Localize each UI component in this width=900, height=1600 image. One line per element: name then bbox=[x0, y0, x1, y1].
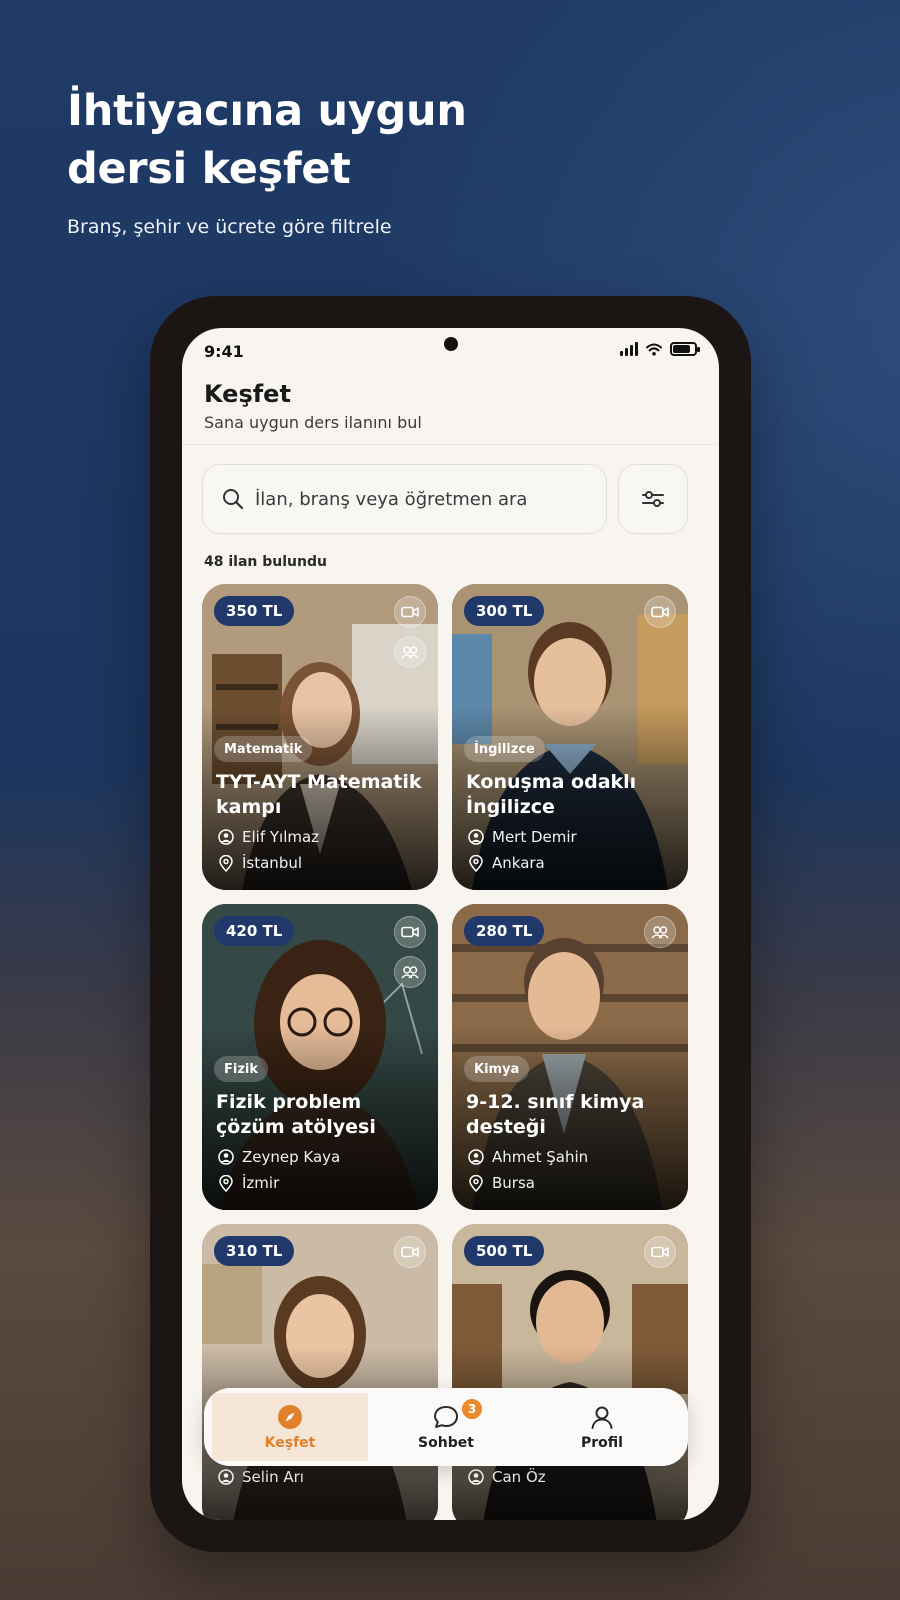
user-circle-icon bbox=[468, 1469, 484, 1485]
teacher-name: Ahmet Şahin bbox=[492, 1148, 589, 1166]
phone-frame: 9:41 Keşfet Sana uygun ders ilanını bul … bbox=[150, 296, 751, 1552]
header-divider bbox=[182, 444, 719, 445]
listing-title: TYT-AYT Matematik kampı bbox=[216, 771, 422, 818]
city-name: Bursa bbox=[492, 1174, 535, 1192]
listing-card[interactable]: 420 TL Fizik Fizik problem çözüm atölyes… bbox=[202, 904, 438, 1210]
sliders-icon bbox=[642, 491, 664, 507]
search-icon bbox=[223, 489, 244, 510]
teacher-row: Elif Yılmaz bbox=[218, 828, 319, 846]
nav-label-sohbet: Sohbet bbox=[418, 1435, 474, 1451]
city-name: Ankara bbox=[492, 854, 545, 872]
signal-icon bbox=[620, 342, 638, 356]
price-badge: 280 TL bbox=[464, 916, 545, 946]
city-row: Ankara bbox=[468, 854, 545, 872]
listing-card[interactable]: 280 TL Kimya 9-12. sınıf kimya desteği A… bbox=[452, 904, 688, 1210]
search-placeholder: İlan, branş veya öğretmen ara bbox=[255, 488, 528, 510]
chat-badge: 3 bbox=[460, 1397, 484, 1421]
price-badge: 500 TL bbox=[464, 1236, 545, 1266]
user-circle-icon bbox=[218, 829, 234, 845]
page-header: Keşfet Sana uygun ders ilanını bul bbox=[204, 380, 422, 432]
listing-title: 9-12. sınıf kimya desteği bbox=[466, 1091, 645, 1138]
promo-headline: İhtiyacına uygun dersi keşfet bbox=[67, 82, 467, 198]
video-icon bbox=[394, 1236, 426, 1268]
user-circle-icon bbox=[468, 829, 484, 845]
page-title: Keşfet bbox=[204, 380, 291, 408]
city-row: İstanbul bbox=[218, 854, 302, 872]
video-icon bbox=[644, 1236, 676, 1268]
branch-tag: Matematik bbox=[214, 736, 313, 762]
user-circle-icon bbox=[218, 1149, 234, 1165]
price-badge: 420 TL bbox=[214, 916, 295, 946]
city-name: İzmir bbox=[242, 1174, 280, 1192]
search-input[interactable]: İlan, branş veya öğretmen ara bbox=[202, 464, 607, 534]
nav-item-kesfet[interactable]: Keşfet bbox=[212, 1393, 368, 1461]
chat-icon bbox=[434, 1406, 458, 1428]
nav-label-profil: Profil bbox=[581, 1435, 623, 1451]
teacher-row: Ahmet Şahin bbox=[468, 1148, 588, 1166]
status-time: 9:41 bbox=[204, 342, 244, 361]
promo-headline-line2: dersi keşfet bbox=[67, 144, 351, 194]
teacher-row: Selin Arı bbox=[218, 1468, 304, 1486]
price-badge: 300 TL bbox=[464, 596, 545, 626]
city-row: Bursa bbox=[468, 1174, 535, 1192]
teacher-row: Can Öz bbox=[468, 1468, 546, 1486]
video-icon bbox=[394, 596, 426, 628]
compass-icon bbox=[278, 1405, 302, 1429]
front-camera bbox=[444, 337, 458, 351]
listing-title: Fizik problem çözüm atölyesi bbox=[216, 1091, 376, 1138]
video-icon bbox=[394, 916, 426, 948]
app-screen: 9:41 Keşfet Sana uygun ders ilanını bul … bbox=[182, 328, 719, 1520]
promo-subtitle: Branş, şehir ve ücrete göre filtrele bbox=[67, 216, 392, 238]
nav-item-sohbet[interactable]: 3 Sohbet bbox=[368, 1393, 524, 1461]
city-row: İzmir bbox=[218, 1174, 279, 1192]
branch-tag: Fizik bbox=[214, 1056, 269, 1082]
group-icon bbox=[394, 956, 426, 988]
branch-tag: İngilizce bbox=[464, 736, 545, 762]
promo-headline-line1: İhtiyacına uygun bbox=[67, 86, 467, 136]
branch-tag: Kimya bbox=[464, 1056, 530, 1082]
location-pin-icon bbox=[469, 1174, 483, 1192]
listing-card[interactable]: 310 TL Selin Arı bbox=[202, 1224, 438, 1520]
location-pin-icon bbox=[469, 854, 483, 872]
user-icon bbox=[591, 1406, 613, 1429]
teacher-row: Zeynep Kaya bbox=[218, 1148, 340, 1166]
price-badge: 310 TL bbox=[214, 1236, 295, 1266]
listing-title: Konuşma odaklı İngilizce bbox=[466, 771, 637, 818]
listing-card[interactable]: 300 TL İngilizce Konuşma odaklı İngilizc… bbox=[452, 584, 688, 890]
video-icon bbox=[644, 596, 676, 628]
user-circle-icon bbox=[468, 1149, 484, 1165]
teacher-name: Zeynep Kaya bbox=[242, 1148, 341, 1166]
wifi-icon bbox=[646, 343, 662, 356]
filter-button[interactable] bbox=[618, 464, 688, 534]
group-icon bbox=[394, 636, 426, 668]
listing-card[interactable]: 500 TL Can Öz bbox=[452, 1224, 688, 1520]
price-badge: 350 TL bbox=[214, 596, 295, 626]
teacher-row: Mert Demir bbox=[468, 828, 577, 846]
nav-item-profil[interactable]: Profil bbox=[524, 1393, 680, 1461]
battery-icon bbox=[670, 342, 700, 356]
result-count: 48 ilan bulundu bbox=[204, 554, 327, 570]
teacher-name: Can Öz bbox=[492, 1468, 546, 1486]
status-icons bbox=[620, 342, 700, 356]
teacher-name: Selin Arı bbox=[242, 1468, 304, 1486]
location-pin-icon bbox=[219, 854, 233, 872]
page-subtitle: Sana uygun ders ilanını bul bbox=[204, 413, 422, 432]
teacher-name: Mert Demir bbox=[492, 828, 577, 846]
promo-header: İhtiyacına uygun dersi keşfet Branş, şeh… bbox=[67, 82, 467, 238]
group-icon bbox=[644, 916, 676, 948]
location-pin-icon bbox=[219, 1174, 233, 1192]
bottom-nav: Keşfet 3 Sohbet Profil bbox=[204, 1388, 688, 1466]
nav-label-kesfet: Keşfet bbox=[264, 1435, 316, 1451]
city-name: İstanbul bbox=[242, 854, 303, 872]
listing-card[interactable]: 350 TL Matematik TYT-AYT Matematik kampı… bbox=[202, 584, 438, 890]
teacher-name: Elif Yılmaz bbox=[242, 828, 320, 846]
user-circle-icon bbox=[218, 1469, 234, 1485]
